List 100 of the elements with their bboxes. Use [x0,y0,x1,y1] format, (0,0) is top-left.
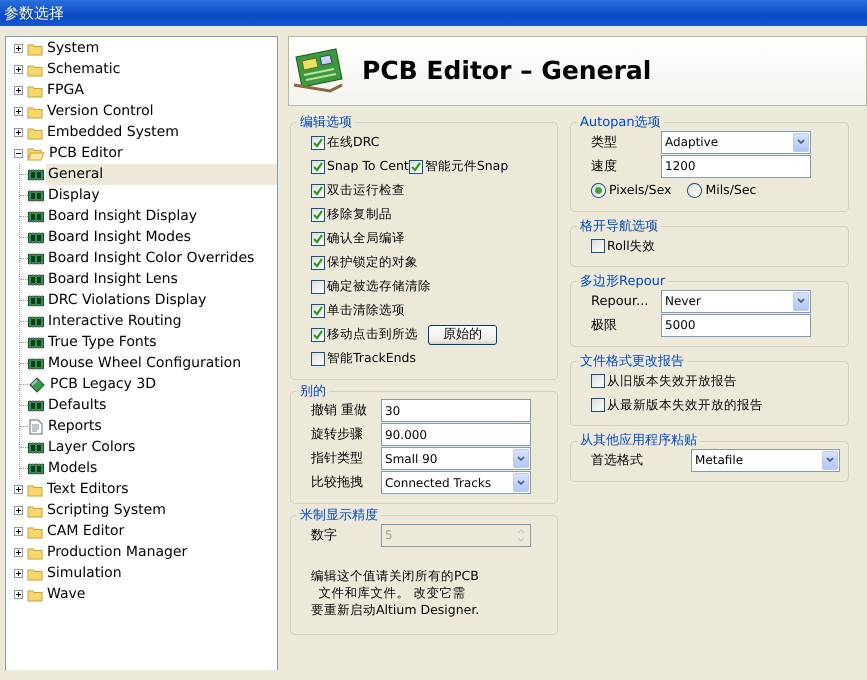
tree-item[interactable]: System [45,38,102,59]
checkbox[interactable] [311,304,325,318]
tree-item[interactable]: FPGA [45,80,86,101]
radio-button[interactable] [591,183,606,198]
checkbox-label[interactable]: 确定被选存储清除 [327,277,431,296]
info-text: 编辑这个值请关闭所有的PCB [311,568,480,585]
input-field[interactable]: 30 [381,399,531,422]
input-field[interactable]: 1200 [661,154,811,178]
expand-icon[interactable] [14,44,23,53]
tree-item[interactable]: Simulation [45,563,124,584]
expand-icon[interactable] [14,548,23,557]
dropdown[interactable]: Connected Tracks [381,471,531,494]
checkbox[interactable] [591,398,605,412]
field-label: 首选格式 [591,452,644,470]
checkbox[interactable] [311,328,325,342]
dropdown[interactable]: Small 90 [381,447,531,470]
group-title: 格开导航选项 [579,218,659,234]
expand-icon[interactable] [14,86,23,95]
circuit-board-icon [292,47,344,95]
tree-item[interactable]: Wave [45,584,88,605]
tree-item[interactable]: Interactive Routing [46,311,184,332]
radio-label[interactable]: Pixels/Sex [609,181,672,200]
tree-item[interactable]: CAM Editor [45,521,126,542]
checkbox[interactable] [311,136,325,150]
field-label: 数字 [311,527,338,546]
tree-item[interactable]: PCB Editor [47,143,125,164]
folder-icon [27,482,43,496]
checkbox-label[interactable]: 智能元件Snap [424,157,508,176]
tree-item[interactable]: Mouse Wheel Configuration [46,353,244,374]
checkbox[interactable] [311,160,325,174]
checkbox-label[interactable]: 移除复制品 [327,205,392,224]
tree-item[interactable]: True Type Fonts [46,332,159,353]
field-label: 撤销 重做 [311,402,368,420]
input-field[interactable]: 90.000 [381,423,531,446]
dropdown[interactable]: Never [661,290,811,313]
tree-item[interactable]: Schematic [45,59,122,80]
expand-icon[interactable] [14,527,23,536]
expand-icon[interactable] [14,128,23,137]
tree-item[interactable]: DRC Violations Display [46,290,208,311]
tree-item[interactable]: Production Manager [45,542,190,563]
checkbox[interactable] [408,160,423,174]
checkbox-label[interactable]: 从旧版本失效开放报告 [607,372,737,391]
collapse-icon[interactable] [14,149,23,158]
expand-icon[interactable] [14,65,23,74]
tree-item[interactable]: Models [46,458,100,479]
checkbox[interactable] [311,280,325,294]
tree-item[interactable]: General [46,164,277,185]
tree-item[interactable]: Board Insight Lens [46,269,180,290]
original-button[interactable]: 原始的 [428,324,497,345]
checkbox[interactable] [311,256,325,270]
tree-item[interactable]: Scripting System [45,500,168,521]
info-text: 要重新启动Altium Designer. [311,602,480,618]
checkbox[interactable] [311,352,325,366]
tree-item[interactable]: Defaults [46,395,108,416]
tree-item[interactable]: Layer Colors [46,437,138,458]
checkbox-label[interactable]: Roll失效 [607,236,656,256]
checkbox[interactable] [311,184,325,198]
tree-item[interactable]: PCB Legacy 3D [48,374,158,395]
tree-item[interactable]: Board Insight Display [46,206,200,227]
expand-icon[interactable] [14,485,23,494]
expand-icon[interactable] [14,506,23,515]
tree-item[interactable]: Board Insight Color Overrides [46,248,256,269]
circuit-board-icon [28,168,44,180]
folder-icon [27,126,43,140]
document-icon [28,418,44,434]
dropdown[interactable]: Adaptive [661,130,811,154]
checkbox-label[interactable]: Snap To Cent [327,157,409,176]
board-3d-icon [28,376,46,392]
checkbox[interactable] [591,239,605,254]
checkbox-label[interactable]: 智能TrackEnds [327,349,416,368]
circuit-board-icon [28,400,44,412]
checkbox[interactable] [311,232,325,246]
checkbox[interactable] [311,208,325,222]
tree-item[interactable]: Reports [46,416,104,437]
circuit-board-icon [28,316,44,328]
circuit-board-icon [28,336,44,348]
tree-item[interactable]: Text Editors [45,479,130,500]
checkbox-label[interactable]: 移动点击到所选 [327,325,418,344]
tree-item[interactable]: Embedded System [45,122,181,143]
dropdown[interactable]: Metafile [691,448,840,472]
tree-item[interactable]: Display [46,185,102,206]
field-label: 旋转步骤 [311,426,364,444]
expand-icon[interactable] [14,107,23,116]
checkbox-label[interactable]: 双击运行检查 [327,181,405,200]
tree-item[interactable]: Version Control [45,101,156,122]
group-title: 文件格式更改报告 [579,354,685,370]
checkbox-label[interactable]: 确认全局编译 [327,229,405,248]
checkbox-label[interactable]: 在线DRC [327,133,380,152]
expand-icon[interactable] [14,569,23,578]
checkbox[interactable] [591,374,605,388]
checkbox-label[interactable]: 从最新版本失效开放的报告 [607,396,763,415]
radio-button[interactable] [687,183,702,198]
expand-icon[interactable] [14,590,23,599]
circuit-board-icon [28,358,44,370]
checkbox-label[interactable]: 保护锁定的对象 [327,253,418,272]
tree-item[interactable]: Board Insight Modes [46,227,193,248]
checkbox-label[interactable]: 单击清除选项 [327,301,405,320]
input-field[interactable]: 5000 [661,314,811,337]
radio-label[interactable]: Mils/Sec [705,181,756,200]
info-text: 文件和库文件。 改变它需 [318,584,466,602]
